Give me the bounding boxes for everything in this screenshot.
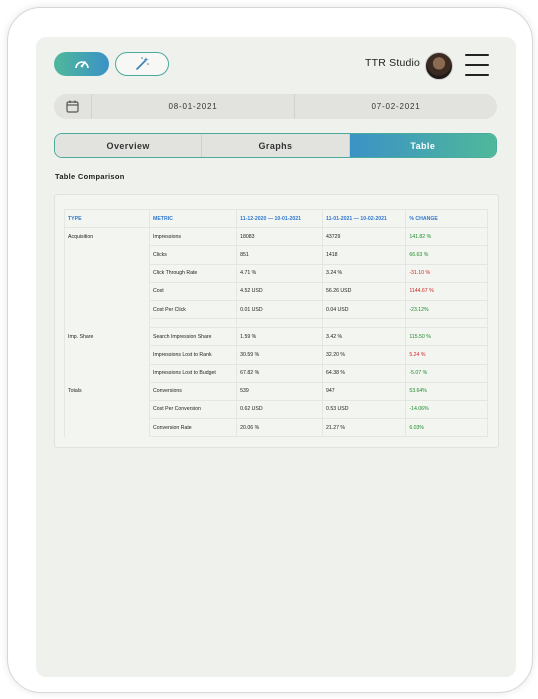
comparison-card: TYPE METRIC 11-12-2020 — 10-01-2021 11-0… (54, 194, 499, 448)
table-row: Imp. Share Search Impression Share 1.59 % 3… (63, 327, 488, 347)
cell-change: -23.12% (405, 299, 488, 320)
cell-type (63, 281, 151, 301)
column-header-change: % CHANGE (405, 208, 488, 229)
tab-overview[interactable]: Overview (55, 134, 202, 157)
calendar-button[interactable] (54, 94, 92, 119)
cell-change: 1144.67 % (405, 281, 488, 301)
cell-period-2: 3.42 % (321, 327, 407, 347)
cell-type (63, 345, 151, 364)
hamburger-menu-icon[interactable] (465, 54, 489, 76)
table-header-row: TYPE METRIC 11-12-2020 — 10-01-2021 11-0… (63, 208, 488, 229)
cell-period-2: 3.24 % (321, 263, 407, 283)
cell-metric: Click Through Rate (149, 263, 238, 283)
cell-period-2: 64.38 % (321, 363, 407, 383)
cell-period-1: 18083 (236, 227, 323, 247)
cell-metric: Impressions Lost to Budget (149, 363, 238, 383)
table-row: Cost Per Conversion 0.62 USD 0.53 USD -14.0… (63, 399, 488, 420)
cell-metric: Cost Per Conversion (149, 399, 238, 420)
cell-metric: Clicks (149, 245, 238, 265)
cell-type: Acquisition (63, 227, 151, 246)
column-header-metric: METRIC (149, 208, 238, 229)
cell-change (405, 318, 488, 329)
cell-period-2 (321, 318, 407, 329)
comparison-table: TYPE METRIC 11-12-2020 — 10-01-2021 11-0… (63, 208, 488, 438)
cell-period-2: 0.04 USD (321, 299, 407, 320)
cell-period-1: 4.71 % (236, 263, 323, 283)
cell-type: Imp. Share (63, 327, 151, 346)
speedometer-icon (74, 61, 89, 69)
table-row: Acquisition Impressions 18083 43729 141.82 % (63, 227, 488, 247)
cell-metric: Conversions (149, 381, 238, 401)
cell-change: 6.03% (405, 418, 488, 438)
cell-period-2: 21.27 % (321, 418, 407, 438)
cell-change: 53.64% (405, 381, 488, 401)
cell-period-1: 1.59 % (236, 327, 323, 347)
magic-wand-icon (136, 57, 149, 70)
cell-metric: Cost Per Click (149, 299, 238, 320)
cell-type (63, 318, 151, 328)
start-date-field[interactable]: 08-01-2021 (92, 94, 295, 119)
cell-period-2: 32.20 % (321, 345, 407, 365)
cell-period-1: 851 (236, 245, 323, 265)
cell-type (63, 363, 151, 383)
cell-period-2: 43729 (321, 227, 407, 247)
table-row: Clicks 851 1418 66.63 % (63, 245, 488, 265)
table-row: Conversion Rate 20.06 % 21.27 % 6.03% (63, 418, 488, 438)
cell-type (63, 299, 151, 319)
calendar-icon (66, 100, 79, 113)
cell-metric: Impressions Lost to Rank (149, 345, 238, 365)
table-row: Cost Per Click 0.01 USD 0.04 USD -23.12% (63, 299, 488, 320)
view-tabs: Overview Graphs Table (54, 133, 497, 158)
app-screen: TTR Studio 08-01-2021 07-02-2021 Overvie… (36, 37, 516, 677)
cell-metric: Cost (149, 281, 238, 301)
magic-wand-button[interactable] (115, 52, 169, 76)
table-row: Totals Conversions 539 947 53.64% (63, 381, 488, 401)
cell-period-1 (236, 318, 323, 329)
tab-table[interactable]: Table (348, 134, 496, 157)
end-date-field[interactable]: 07-02-2021 (295, 94, 497, 119)
cell-period-1: 20.06 % (236, 418, 323, 438)
avatar[interactable] (425, 52, 453, 80)
table-row: Cost 4.52 USD 56.26 USD 1144.67 % (63, 281, 488, 301)
cell-change: 66.63 % (405, 245, 488, 265)
column-header-type: TYPE (63, 208, 151, 229)
cell-change: 5.24 % (405, 345, 488, 365)
cell-period-2: 947 (321, 381, 407, 401)
cell-period-2: 0.53 USD (321, 399, 407, 420)
table-row: Impressions Lost to Rank 30.59 % 32.20 % 5.… (63, 345, 488, 365)
column-header-period-1: 11-12-2020 — 10-01-2021 (236, 208, 323, 229)
cell-period-1: 0.62 USD (236, 399, 323, 420)
cell-metric: Conversion Rate (149, 418, 238, 438)
cell-change: 141.82 % (405, 227, 488, 247)
cell-type (63, 263, 151, 283)
cell-period-1: 30.59 % (236, 345, 323, 365)
column-header-period-2: 11-01-2021 — 10-02-2021 (321, 208, 407, 229)
section-title: Table Comparison (55, 172, 125, 181)
date-range-bar: 08-01-2021 07-02-2021 (54, 94, 497, 119)
cell-change: -5.07 % (405, 363, 488, 383)
cell-period-1: 4.52 USD (236, 281, 323, 301)
cell-period-1: 0.01 USD (236, 299, 323, 320)
cell-type (63, 418, 151, 437)
cell-type (63, 245, 151, 265)
cell-metric (149, 318, 238, 329)
cell-metric: Impressions (149, 227, 238, 247)
tablet-frame: TTR Studio 08-01-2021 07-02-2021 Overvie… (7, 7, 533, 693)
dashboard-button[interactable] (54, 52, 109, 76)
cell-period-2: 1418 (321, 245, 407, 265)
cell-change: -14.06% (405, 399, 488, 420)
cell-period-2: 56.26 USD (321, 281, 407, 301)
cell-type: Totals (63, 381, 151, 401)
cell-period-1: 67.82 % (236, 363, 323, 383)
table-row: Click Through Rate 4.71 % 3.24 % -31.10 % (63, 263, 488, 283)
tab-graphs[interactable]: Graphs (201, 134, 349, 157)
cell-metric: Search Impression Share (149, 327, 238, 347)
cell-type (63, 399, 151, 419)
table-row: Impressions Lost to Budget 67.82 % 64.38 %… (63, 363, 488, 383)
cell-period-1: 539 (236, 381, 323, 401)
cell-change: -31.10 % (405, 263, 488, 283)
table-row (63, 318, 488, 329)
cell-change: 115.50 % (405, 327, 488, 347)
studio-name: TTR Studio (365, 57, 421, 69)
